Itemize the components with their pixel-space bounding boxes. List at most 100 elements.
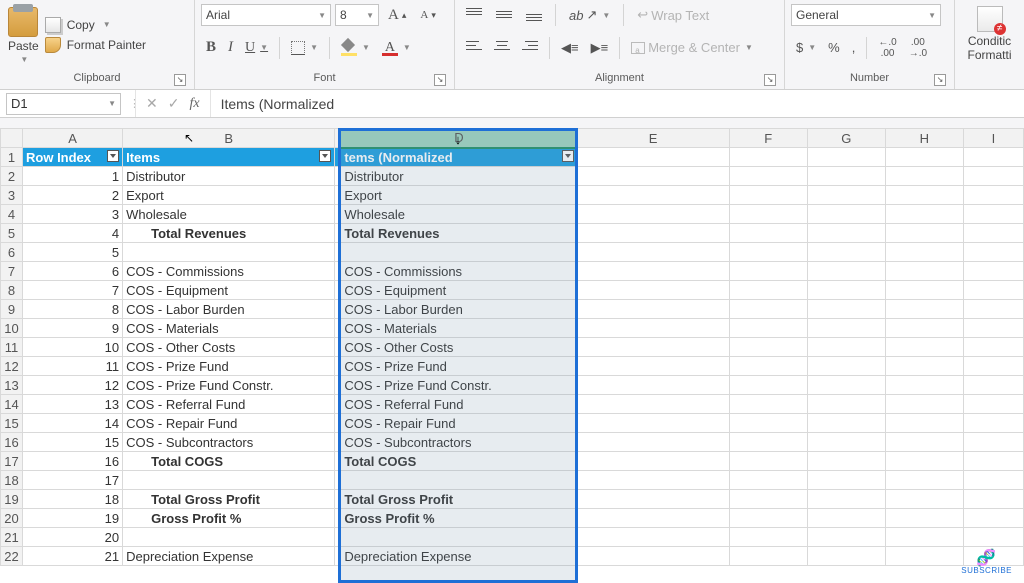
italic-button[interactable]: I xyxy=(223,37,238,58)
cell[interactable]: COS - Materials xyxy=(123,319,335,338)
cell[interactable] xyxy=(577,186,729,205)
cell[interactable] xyxy=(963,281,1023,300)
align-top-button[interactable] xyxy=(461,6,487,24)
cell[interactable] xyxy=(729,547,807,566)
cell[interactable] xyxy=(577,319,729,338)
filter-icon[interactable] xyxy=(319,150,331,162)
cell[interactable] xyxy=(807,224,885,243)
cell[interactable]: 10 xyxy=(23,338,123,357)
cell[interactable] xyxy=(963,338,1023,357)
increase-decimal-button[interactable]: ←.0.00 xyxy=(873,35,901,61)
cell[interactable] xyxy=(807,205,885,224)
filter-icon[interactable] xyxy=(562,150,574,162)
filter-icon[interactable] xyxy=(107,150,119,162)
cell[interactable] xyxy=(729,395,807,414)
confirm-entry-button[interactable]: ✓ xyxy=(168,95,180,112)
cell[interactable] xyxy=(729,357,807,376)
cell[interactable] xyxy=(729,338,807,357)
font-color-button[interactable]: A▼ xyxy=(377,38,416,58)
font-launcher[interactable] xyxy=(434,74,446,86)
cell[interactable]: Total Revenues xyxy=(341,224,577,243)
percent-button[interactable]: % xyxy=(823,38,845,57)
cell[interactable] xyxy=(885,452,963,471)
row-header[interactable]: 13 xyxy=(1,376,23,395)
cell[interactable] xyxy=(123,528,335,547)
cell[interactable] xyxy=(577,300,729,319)
cell[interactable] xyxy=(963,433,1023,452)
cell[interactable]: Gross Profit % xyxy=(123,509,335,528)
row-header[interactable]: 16 xyxy=(1,433,23,452)
font-name-combo[interactable]: Arial▼ xyxy=(201,4,331,26)
cell[interactable] xyxy=(577,433,729,452)
cell[interactable] xyxy=(807,281,885,300)
decrease-font-button[interactable]: A▾ xyxy=(415,7,440,23)
cell[interactable]: 1 xyxy=(23,167,123,186)
col-header-I[interactable]: I xyxy=(963,129,1023,148)
cell[interactable]: COS - Referral Fund xyxy=(123,395,335,414)
cell[interactable] xyxy=(885,167,963,186)
cell[interactable]: 18 xyxy=(23,490,123,509)
cell[interactable]: COS - Prize Fund xyxy=(123,357,335,376)
clipboard-launcher[interactable] xyxy=(174,74,186,86)
cell[interactable] xyxy=(577,262,729,281)
cell[interactable] xyxy=(729,471,807,490)
cell[interactable] xyxy=(729,319,807,338)
cell[interactable]: Total Revenues xyxy=(123,224,335,243)
row-header[interactable]: 20 xyxy=(1,509,23,528)
cell[interactable] xyxy=(885,509,963,528)
cell[interactable] xyxy=(123,243,335,262)
cell[interactable]: 19 xyxy=(23,509,123,528)
cell[interactable]: COS - Materials xyxy=(341,319,577,338)
cell[interactable] xyxy=(885,262,963,281)
cell[interactable] xyxy=(963,490,1023,509)
cell[interactable]: 2 xyxy=(23,186,123,205)
row-header[interactable]: 4 xyxy=(1,205,23,224)
cell[interactable] xyxy=(963,205,1023,224)
cell[interactable] xyxy=(577,167,729,186)
row-header[interactable]: 7 xyxy=(1,262,23,281)
align-bottom-button[interactable] xyxy=(521,6,547,24)
cell[interactable]: COS - Prize Fund Constr. xyxy=(123,376,335,395)
underline-button[interactable]: U▼ xyxy=(240,38,273,58)
cell[interactable] xyxy=(729,262,807,281)
number-launcher[interactable] xyxy=(934,74,946,86)
grid-table[interactable]: A B D E F G H I 1Row IndexItemstems (Nor… xyxy=(0,128,1024,566)
cell[interactable] xyxy=(885,186,963,205)
cell[interactable] xyxy=(341,471,577,490)
cell[interactable] xyxy=(729,528,807,547)
cell[interactable]: Export xyxy=(341,186,577,205)
col-header-G[interactable]: G xyxy=(807,129,885,148)
cell[interactable]: COS - Labor Burden xyxy=(341,300,577,319)
cell[interactable]: 21 xyxy=(23,547,123,566)
cell[interactable] xyxy=(807,357,885,376)
alignment-launcher[interactable] xyxy=(764,74,776,86)
cell[interactable] xyxy=(577,547,729,566)
comma-button[interactable]: , xyxy=(847,38,861,57)
cell[interactable] xyxy=(729,300,807,319)
worksheet[interactable]: ↖ A B D E F G H I 1Row IndexItemstems (N… xyxy=(0,128,1024,583)
cell[interactable] xyxy=(729,452,807,471)
cell[interactable] xyxy=(729,148,807,167)
cancel-entry-button[interactable]: ✕ xyxy=(146,95,158,112)
cell[interactable] xyxy=(577,471,729,490)
cell[interactable] xyxy=(729,490,807,509)
cell[interactable]: Total COGS xyxy=(123,452,335,471)
row-header[interactable]: 11 xyxy=(1,338,23,357)
cell[interactable] xyxy=(729,433,807,452)
cell[interactable] xyxy=(807,395,885,414)
increase-indent-button[interactable]: ▶≡ xyxy=(586,38,614,58)
cell[interactable] xyxy=(807,319,885,338)
row-header[interactable]: 8 xyxy=(1,281,23,300)
cell[interactable] xyxy=(807,148,885,167)
cell[interactable]: 17 xyxy=(23,471,123,490)
cell[interactable]: COS - Prize Fund xyxy=(341,357,577,376)
currency-button[interactable]: $ ▼ xyxy=(791,38,821,57)
row-header[interactable]: 10 xyxy=(1,319,23,338)
fill-color-button[interactable]: ▼ xyxy=(336,38,375,58)
cell[interactable]: Depreciation Expense xyxy=(341,547,577,566)
cell[interactable] xyxy=(885,528,963,547)
cell[interactable]: Wholesale xyxy=(123,205,335,224)
cell[interactable] xyxy=(807,471,885,490)
cell[interactable] xyxy=(885,319,963,338)
bold-button[interactable]: B xyxy=(201,37,221,58)
